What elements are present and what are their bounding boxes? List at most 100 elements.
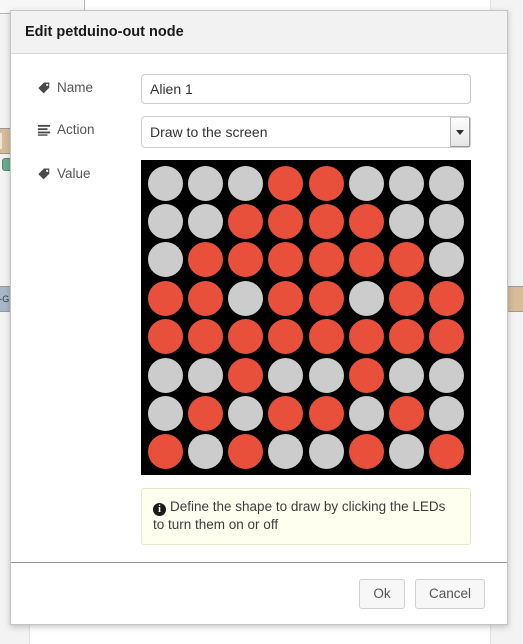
- led-7-5-on: [348, 434, 384, 470]
- led-3-7-on: [429, 280, 465, 316]
- led-cell-5-4[interactable]: [306, 356, 346, 394]
- led-4-3-on: [268, 319, 304, 355]
- led-cell-4-7[interactable]: [427, 318, 467, 356]
- led-cell-5-5[interactable]: [346, 356, 386, 394]
- led-cell-0-7[interactable]: [427, 164, 467, 202]
- led-cell-4-3[interactable]: [266, 318, 306, 356]
- led-cell-6-1[interactable]: [185, 394, 225, 432]
- led-cell-0-1[interactable]: [185, 164, 225, 202]
- led-matrix-editor[interactable]: [141, 160, 471, 475]
- led-cell-3-6[interactable]: [387, 279, 427, 317]
- led-cell-7-7[interactable]: [427, 433, 467, 471]
- led-cell-1-1[interactable]: [185, 202, 225, 240]
- led-6-5-off: [348, 395, 384, 431]
- led-cell-4-2[interactable]: [226, 318, 266, 356]
- led-5-4-off: [308, 357, 344, 393]
- led-cell-3-3[interactable]: [266, 279, 306, 317]
- led-1-5-on: [348, 204, 384, 240]
- led-cell-2-4[interactable]: [306, 241, 346, 279]
- led-cell-4-5[interactable]: [346, 318, 386, 356]
- led-cell-3-5[interactable]: [346, 279, 386, 317]
- led-cell-7-5[interactable]: [346, 433, 386, 471]
- action-label: Action: [37, 116, 141, 137]
- led-cell-0-0[interactable]: [145, 164, 185, 202]
- led-7-1-off: [187, 434, 223, 470]
- led-cell-6-3[interactable]: [266, 394, 306, 432]
- led-cell-7-2[interactable]: [226, 433, 266, 471]
- led-cell-0-4[interactable]: [306, 164, 346, 202]
- led-cell-0-3[interactable]: [266, 164, 306, 202]
- led-cell-6-7[interactable]: [427, 394, 467, 432]
- led-cell-2-5[interactable]: [346, 241, 386, 279]
- led-cell-4-0[interactable]: [145, 318, 185, 356]
- led-cell-2-1[interactable]: [185, 241, 225, 279]
- led-5-5-on: [348, 357, 384, 393]
- led-4-4-on: [308, 319, 344, 355]
- led-cell-1-7[interactable]: [427, 202, 467, 240]
- tag-icon: [37, 167, 51, 181]
- led-cell-5-0[interactable]: [145, 356, 185, 394]
- tag-icon: [37, 81, 51, 95]
- ok-button[interactable]: Ok: [358, 578, 405, 609]
- led-cell-2-3[interactable]: [266, 241, 306, 279]
- led-cell-0-6[interactable]: [387, 164, 427, 202]
- led-cell-7-6[interactable]: [387, 433, 427, 471]
- led-cell-6-2[interactable]: [226, 394, 266, 432]
- led-5-3-off: [268, 357, 304, 393]
- led-help-notice-text: Define the shape to draw by clicking the…: [153, 499, 446, 532]
- led-cell-2-0[interactable]: [145, 241, 185, 279]
- led-cell-1-5[interactable]: [346, 202, 386, 240]
- led-4-7-on: [429, 319, 465, 355]
- led-cell-5-1[interactable]: [185, 356, 225, 394]
- led-1-6-off: [389, 204, 425, 240]
- led-cell-4-6[interactable]: [387, 318, 427, 356]
- led-0-1-off: [187, 165, 223, 201]
- led-cell-3-2[interactable]: [226, 279, 266, 317]
- led-cell-7-1[interactable]: [185, 433, 225, 471]
- led-cell-2-7[interactable]: [427, 241, 467, 279]
- node-glyph-bar-2: [0, 133, 2, 149]
- name-label: Name: [37, 74, 141, 95]
- led-cell-0-5[interactable]: [346, 164, 386, 202]
- led-cell-3-7[interactable]: [427, 279, 467, 317]
- led-cell-5-6[interactable]: [387, 356, 427, 394]
- led-7-4-off: [308, 434, 344, 470]
- led-cell-1-0[interactable]: [145, 202, 185, 240]
- led-cell-5-7[interactable]: [427, 356, 467, 394]
- led-cell-5-2[interactable]: [226, 356, 266, 394]
- led-help-notice: i Define the shape to draw by clicking th…: [141, 488, 471, 545]
- led-2-6-on: [389, 242, 425, 278]
- action-select[interactable]: Draw to the screen: [141, 116, 471, 148]
- led-1-2-on: [228, 204, 264, 240]
- led-cell-3-0[interactable]: [145, 279, 185, 317]
- led-cell-3-1[interactable]: [185, 279, 225, 317]
- led-cell-0-2[interactable]: [226, 164, 266, 202]
- led-cell-7-4[interactable]: [306, 433, 346, 471]
- led-cell-4-4[interactable]: [306, 318, 346, 356]
- led-cell-1-2[interactable]: [226, 202, 266, 240]
- led-5-6-off: [389, 357, 425, 393]
- led-6-7-off: [429, 395, 465, 431]
- led-cell-5-3[interactable]: [266, 356, 306, 394]
- led-cell-6-5[interactable]: [346, 394, 386, 432]
- led-cell-1-4[interactable]: [306, 202, 346, 240]
- led-1-4-on: [308, 204, 344, 240]
- led-cell-7-0[interactable]: [145, 433, 185, 471]
- led-5-1-off: [187, 357, 223, 393]
- led-cell-3-4[interactable]: [306, 279, 346, 317]
- led-6-2-off: [228, 395, 264, 431]
- led-cell-7-3[interactable]: [266, 433, 306, 471]
- led-6-6-on: [389, 395, 425, 431]
- led-cell-4-1[interactable]: [185, 318, 225, 356]
- led-cell-2-2[interactable]: [226, 241, 266, 279]
- cancel-button[interactable]: Cancel: [414, 578, 485, 609]
- led-cell-6-4[interactable]: [306, 394, 346, 432]
- led-2-0-off: [147, 242, 183, 278]
- name-input[interactable]: [141, 74, 471, 104]
- led-cell-6-6[interactable]: [387, 394, 427, 432]
- led-cell-1-6[interactable]: [387, 202, 427, 240]
- led-cell-2-6[interactable]: [387, 241, 427, 279]
- led-cell-1-3[interactable]: [266, 202, 306, 240]
- led-3-2-off: [228, 280, 264, 316]
- led-cell-6-0[interactable]: [145, 394, 185, 432]
